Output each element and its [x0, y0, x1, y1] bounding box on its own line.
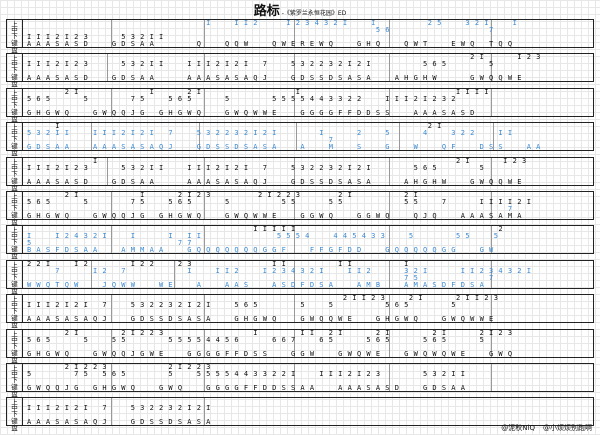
row-label: 上中下键 盘: [7, 20, 23, 54]
row-label: 上中下键 盘: [7, 295, 23, 329]
row-label-text: 键 盘: [11, 211, 18, 226]
row-label-text: 键 盘: [11, 39, 18, 54]
score-row-11: 上中下键 盘 2 I 2 2 3 2 I 2 2 3 5 7 5 5 6 5 5…: [6, 363, 594, 398]
row-label-text: 键 盘: [11, 417, 18, 432]
title-main: 路标: [253, 4, 280, 19]
keyboard-line: A A A S A S A Q J G D S S D S A S A G H …: [27, 315, 508, 323]
song-title: 路标 -《紫罗兰永恒花园》ED: [0, 2, 600, 19]
keyboard-line: G W Q Q J G G H G W Q G W Q G G G G F F …: [27, 384, 518, 392]
score-row-8: 上中下键 盘2 2 I I 2 I 2 2 2 3 I I I I I 7 I …: [6, 260, 594, 295]
row-label: 上中下键 盘: [7, 398, 23, 432]
keyboard-line: G H G W Q G W Q Q J G G H G W Q G W Q W …: [27, 109, 499, 117]
credits: @泥秋NiQ @小烦烦别跑啊: [493, 423, 592, 433]
row-label-text: 键 盘: [11, 142, 18, 157]
row-label: 上中下键 盘: [7, 192, 23, 226]
row-label: 上中下键 盘: [7, 364, 23, 398]
score-row-9: 上中下键 盘 2 I I 2 3 2 I 2 I I 2 3 I I I 2 I…: [6, 294, 594, 329]
credit-author: @泥秋NiQ: [501, 424, 535, 432]
row-label: 上中下键 盘: [7, 158, 23, 192]
keyboard-line: A A A S A S D G D S A A A A A S A S A Q …: [27, 74, 523, 82]
row-label-text: 键 盘: [11, 314, 18, 329]
sheet-page: 路标 -《紫罗兰永恒花园》ED 上中下键 盘 I I I 2 I 2 3 4 3 …: [0, 0, 600, 435]
row-label-text: 键 盘: [11, 245, 18, 260]
row-label: 上中下键 盘: [7, 330, 23, 364]
keyboard-line: A A A S A S D G D S A A Q Q Q W Q W E R …: [27, 40, 527, 48]
keyboard-line: B A S F D S A A A M M A A G Q Q Q Q Q Q …: [27, 246, 518, 254]
credit-transcriber: @小烦烦别跑啊: [543, 424, 592, 432]
score-row-6: 上中下键 盘 2 I I 2 I 2 3 2 I 2 2 3 2 I 2 I 5…: [6, 191, 594, 226]
keyboard-line: W W Q T Q W J Q W W W E A A A S A S D F …: [27, 281, 527, 289]
row-label-text: 键 盘: [11, 383, 18, 398]
row-label-text: 键 盘: [11, 349, 18, 364]
row-label-text: 键 盘: [11, 73, 18, 88]
row-label-text: 键 盘: [11, 177, 18, 192]
keyboard-line: G D S A A A A A S A S A Q J G D S S D S …: [27, 143, 541, 151]
score-row-1: 上中下键 盘 I I I 2 I 2 3 4 3 2 I I 2 5 3 2 I…: [6, 19, 594, 54]
keyboard-line: A A A S A S D G D S A A A A A S A S A Q …: [27, 178, 523, 186]
score-row-7: 上中下键 盘 I I I I I 2 I I 2 4 3 2 I I I I I…: [6, 225, 594, 260]
score-row-5: 上中下键 盘 I 2 I I 2 3I I I 2 I 2 3 5 3 2 I …: [6, 157, 594, 192]
row-label: 上中下键 盘: [7, 89, 23, 123]
row-label: 上中下键 盘: [7, 54, 23, 88]
row-label: 上中下键 盘: [7, 226, 23, 260]
keyboard-line: G H G W Q G W Q Q J G W E G G G G F F D …: [27, 350, 518, 358]
keyboard-line: A A A S A S A Q J G D S S D S A S A: [27, 418, 518, 426]
row-label-text: 键 盘: [11, 280, 18, 295]
row-label: 上中下键 盘: [7, 123, 23, 157]
score-row-4: 上中下键 盘 I 2 I 5 3 2 I I I I I 2 I 2 I 7 5…: [6, 122, 594, 157]
row-label: 上中下键 盘: [7, 261, 23, 295]
score-row-10: 上中下键 盘 2 I 2 I 2 2 3 I I I 2 I 2 I 2 I 2…: [6, 329, 594, 364]
score-row-3: 上中下键 盘 2 I I 2 I I I I I I 5 6 5 5 7 5 5…: [6, 88, 594, 123]
keyboard-line: G H G W Q G W Q Q J G G H G W Q G W Q W …: [27, 212, 523, 220]
title-sub: -《紫罗兰永恒花园》ED: [281, 10, 347, 17]
row-label-text: 键 盘: [11, 108, 18, 123]
score-row-2: 上中下键 盘 2 I I 2 3I I I 2 I 2 3 5 3 2 I I …: [6, 53, 594, 88]
score-row-12: 上中下键 盘 I I I 2 I 2 I 7 5 3 2 2 3 2 I 2 I: [6, 397, 594, 432]
